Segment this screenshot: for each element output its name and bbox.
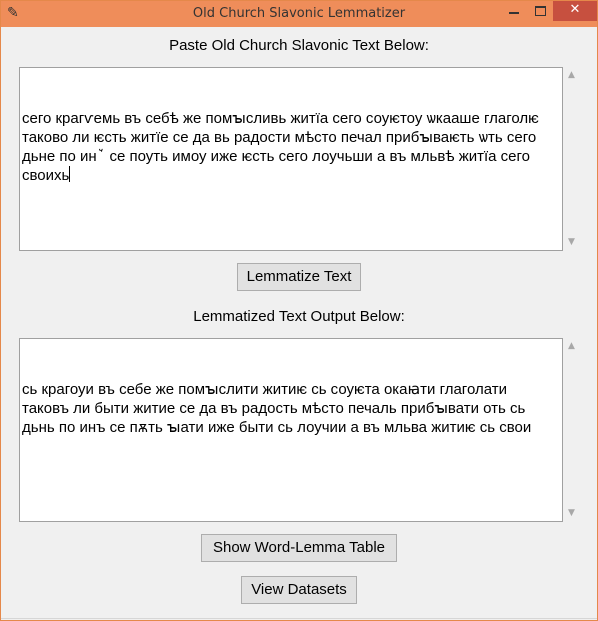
minimize-button[interactable]: [501, 1, 527, 21]
close-button[interactable]: ✕: [553, 1, 597, 21]
input-label: Paste Old Church Slavonic Text Below:: [169, 37, 429, 54]
show-word-lemma-table-button[interactable]: Show Word-Lemma Table: [201, 534, 397, 562]
maximize-icon: [535, 6, 546, 16]
output-scrollbar[interactable]: ▲ ▼: [563, 338, 580, 522]
input-scrollbar[interactable]: ▲ ▼: [563, 67, 580, 251]
input-text: сего крагѵемь въ себѣ же помꙑсливь житїа…: [22, 110, 543, 184]
scroll-up-icon[interactable]: ▲: [563, 338, 580, 355]
minimize-icon: [509, 12, 519, 14]
scroll-down-icon[interactable]: ▼: [563, 505, 580, 522]
maximize-button[interactable]: [527, 1, 553, 21]
title-bar[interactable]: ✎ Old Church Slavonic Lemmatizer ✕: [1, 1, 597, 27]
close-icon: ✕: [569, 2, 581, 17]
text-caret: [69, 166, 71, 182]
output-label: Lemmatized Text Output Below:: [193, 308, 405, 325]
output-text: сь крагоуи въ себе же помꙑслити житиѥ сь…: [22, 381, 532, 436]
scroll-up-icon[interactable]: ▲: [563, 67, 580, 84]
input-textarea[interactable]: сего крагѵемь въ себѣ же помꙑсливь житїа…: [19, 67, 563, 251]
lemmatizer-window: ✎ Old Church Slavonic Lemmatizer ✕ Paste…: [0, 0, 598, 621]
view-datasets-button[interactable]: View Datasets: [241, 576, 357, 604]
output-textarea[interactable]: сь крагоуи въ себе же помꙑслити житиѥ сь…: [19, 338, 563, 522]
divider: [1, 618, 597, 619]
scroll-down-icon[interactable]: ▼: [563, 234, 580, 251]
lemmatize-button[interactable]: Lemmatize Text: [237, 263, 361, 291]
